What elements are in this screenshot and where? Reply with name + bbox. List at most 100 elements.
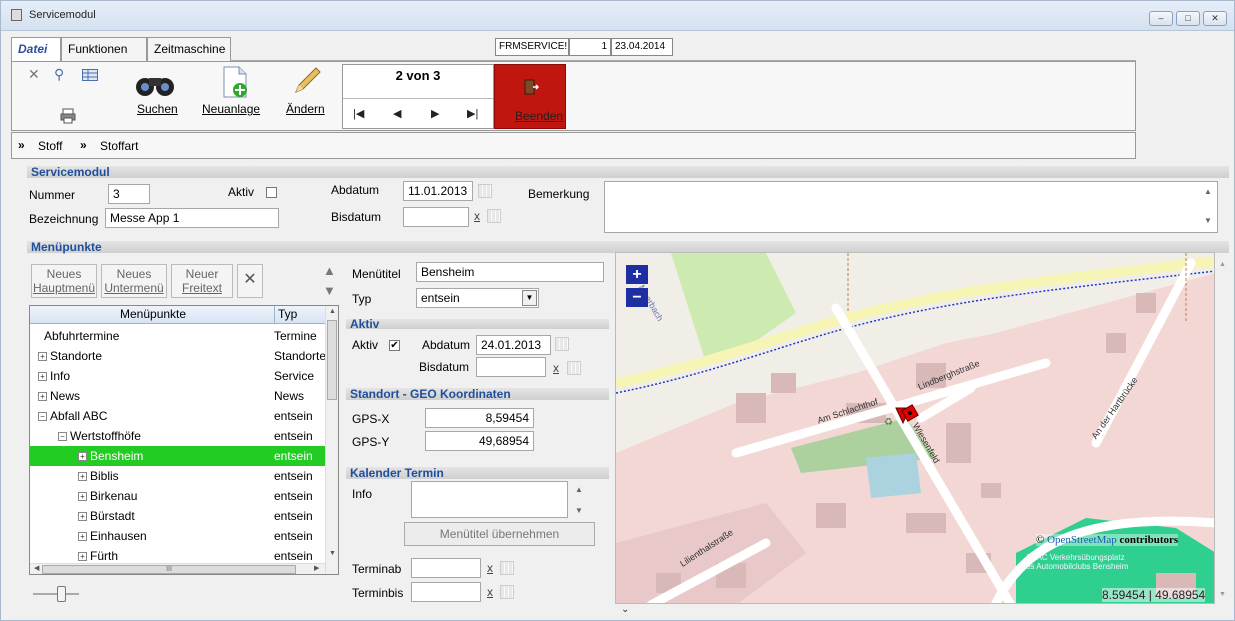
- bemerkung-field[interactable]: [604, 181, 1218, 233]
- new-document-icon[interactable]: [222, 66, 248, 98]
- scroll-thumb[interactable]: [327, 320, 337, 400]
- tree-vertical-scrollbar[interactable]: ▲ ▼: [325, 306, 338, 574]
- tree-row[interactable]: + News News: [30, 386, 325, 406]
- tree-row[interactable]: Abfuhrtermine Termine: [30, 326, 325, 346]
- scroll-up-icon[interactable]: ▲: [575, 485, 583, 494]
- expand-icon[interactable]: +: [78, 452, 87, 461]
- zoom-slider-track[interactable]: [33, 593, 79, 595]
- tab-datei[interactable]: Datei: [11, 37, 61, 62]
- scroll-right-icon[interactable]: ▶: [314, 564, 319, 572]
- breadcrumb-stoff[interactable]: Stoff: [38, 139, 62, 153]
- nummer-field[interactable]: 3: [108, 184, 150, 204]
- map-view[interactable]: ♻ Lindberghstraße Am Schlachthof Wiesenf…: [615, 252, 1215, 604]
- next-record-button[interactable]: ▶: [431, 107, 439, 120]
- expand-chevron-icon[interactable]: ⌄: [621, 604, 629, 615]
- detail-aktiv-checkbox[interactable]: ✔: [389, 340, 400, 351]
- zoom-in-button[interactable]: +: [626, 265, 648, 284]
- close-button[interactable]: ✕: [1203, 11, 1227, 26]
- tree-row[interactable]: + Standorte Standorte: [30, 346, 326, 366]
- expand-icon[interactable]: +: [38, 372, 47, 381]
- expand-icon[interactable]: +: [78, 472, 87, 481]
- calendar-icon[interactable]: [567, 361, 581, 375]
- apply-menutitle-button[interactable]: Menütitel übernehmen: [404, 522, 595, 546]
- new-freetext-button[interactable]: Neuer Freitext: [171, 264, 233, 298]
- new-submenu-button[interactable]: Neues Untermenü: [101, 264, 167, 298]
- last-record-button[interactable]: ▶|: [467, 107, 478, 120]
- scroll-down-icon[interactable]: ▼: [329, 550, 336, 557]
- terminab-field[interactable]: [411, 558, 481, 578]
- tree-row[interactable]: − Wertstoffhöfe entsein: [30, 426, 325, 446]
- gpsy-field[interactable]: 49,68954: [425, 431, 534, 451]
- delete-icon[interactable]: ✕: [28, 66, 40, 83]
- first-record-button[interactable]: |◀: [353, 107, 364, 120]
- aktiv-checkbox[interactable]: [266, 187, 277, 198]
- breadcrumb-stoffart[interactable]: Stoffart: [100, 139, 138, 153]
- scroll-up-icon[interactable]: ▲: [1204, 187, 1212, 196]
- pencil-icon[interactable]: [292, 66, 322, 96]
- binoculars-icon[interactable]: [134, 70, 176, 98]
- calendar-icon[interactable]: [487, 209, 501, 223]
- maximize-button[interactable]: □: [1176, 11, 1200, 26]
- expand-icon[interactable]: +: [78, 512, 87, 521]
- scroll-down-icon[interactable]: ▼: [1219, 591, 1226, 598]
- osm-link[interactable]: OpenStreetMap: [1047, 534, 1117, 546]
- scroll-up-icon[interactable]: ▲: [329, 308, 336, 315]
- zoom-out-button[interactable]: −: [626, 288, 648, 307]
- calendar-icon[interactable]: [478, 184, 492, 198]
- column-header-typ[interactable]: Typ: [278, 306, 297, 323]
- abdatum-field[interactable]: 11.01.2013: [403, 181, 473, 201]
- scroll-thumb[interactable]: III: [42, 565, 296, 574]
- tree-horizontal-scrollbar[interactable]: ◀ III ▶: [30, 563, 325, 574]
- tree-row[interactable]: + Biblis entsein: [30, 466, 325, 486]
- tab-zeitmaschine[interactable]: Zeitmaschine: [147, 37, 231, 61]
- scroll-down-icon[interactable]: ▼: [575, 506, 583, 515]
- detail-bisdatum-field[interactable]: [476, 357, 546, 377]
- exit-button[interactable]: Beenden: [494, 64, 566, 129]
- clear-bisdatum-button[interactable]: x: [474, 209, 480, 223]
- new-record-button[interactable]: Neuanlage: [202, 102, 260, 116]
- calendar-icon[interactable]: [500, 585, 514, 599]
- search-button[interactable]: Suchen: [137, 102, 178, 116]
- scroll-up-icon[interactable]: ▲: [1219, 261, 1226, 268]
- filter-icon[interactable]: ⚲: [54, 66, 64, 83]
- move-down-icon[interactable]: ▼: [323, 283, 336, 298]
- tree-row[interactable]: + Bürstadt entsein: [30, 506, 325, 526]
- new-main-menu-button[interactable]: Neues Hauptmenü: [31, 264, 97, 298]
- bisdatum-field[interactable]: [403, 207, 469, 227]
- minimize-button[interactable]: –: [1149, 11, 1173, 26]
- print-icon[interactable]: [60, 108, 76, 124]
- tree-row[interactable]: + Einhausen entsein: [30, 526, 325, 546]
- column-header-menuepunkte[interactable]: Menüpunkte: [120, 306, 186, 323]
- zoom-slider-thumb[interactable]: [57, 586, 66, 602]
- expand-icon[interactable]: +: [78, 532, 87, 541]
- tree-row[interactable]: + Birkenau entsein: [30, 486, 325, 506]
- move-up-icon[interactable]: ▲: [323, 263, 336, 278]
- scroll-left-icon[interactable]: ◀: [34, 564, 39, 572]
- tree-row[interactable]: + Info Service: [30, 366, 325, 386]
- calendar-icon[interactable]: [555, 337, 569, 351]
- expand-icon[interactable]: +: [38, 392, 47, 401]
- tab-funktionen[interactable]: Funktionen: [61, 37, 147, 61]
- clear-terminab-button[interactable]: x: [487, 561, 493, 575]
- table-icon[interactable]: [82, 69, 98, 81]
- scroll-down-icon[interactable]: ▼: [1204, 216, 1212, 225]
- menutitel-field[interactable]: Bensheim: [416, 262, 604, 282]
- detail-abdatum-field[interactable]: 24.01.2013: [476, 335, 551, 355]
- edit-button[interactable]: Ändern: [286, 102, 325, 116]
- collapse-icon[interactable]: −: [58, 432, 67, 441]
- calendar-icon[interactable]: [500, 561, 514, 575]
- delete-menu-icon[interactable]: ✕: [237, 264, 263, 298]
- terminbis-field[interactable]: [411, 582, 481, 602]
- expand-icon[interactable]: +: [78, 552, 87, 561]
- gpsx-field[interactable]: 8,59454: [425, 408, 534, 428]
- typ-select[interactable]: entsein: [416, 288, 539, 308]
- tree-row[interactable]: − Abfall ABC entsein: [30, 406, 325, 426]
- tree-row[interactable]: + Bensheim entsein: [30, 446, 325, 466]
- previous-record-button[interactable]: ◀: [393, 107, 401, 120]
- clear-bisdatum-button[interactable]: x: [553, 361, 559, 375]
- expand-icon[interactable]: +: [78, 492, 87, 501]
- chevron-down-icon[interactable]: ▼: [522, 290, 537, 306]
- collapse-icon[interactable]: −: [38, 412, 47, 421]
- info-field[interactable]: [411, 481, 568, 518]
- bezeichnung-field[interactable]: Messe App 1: [105, 208, 279, 228]
